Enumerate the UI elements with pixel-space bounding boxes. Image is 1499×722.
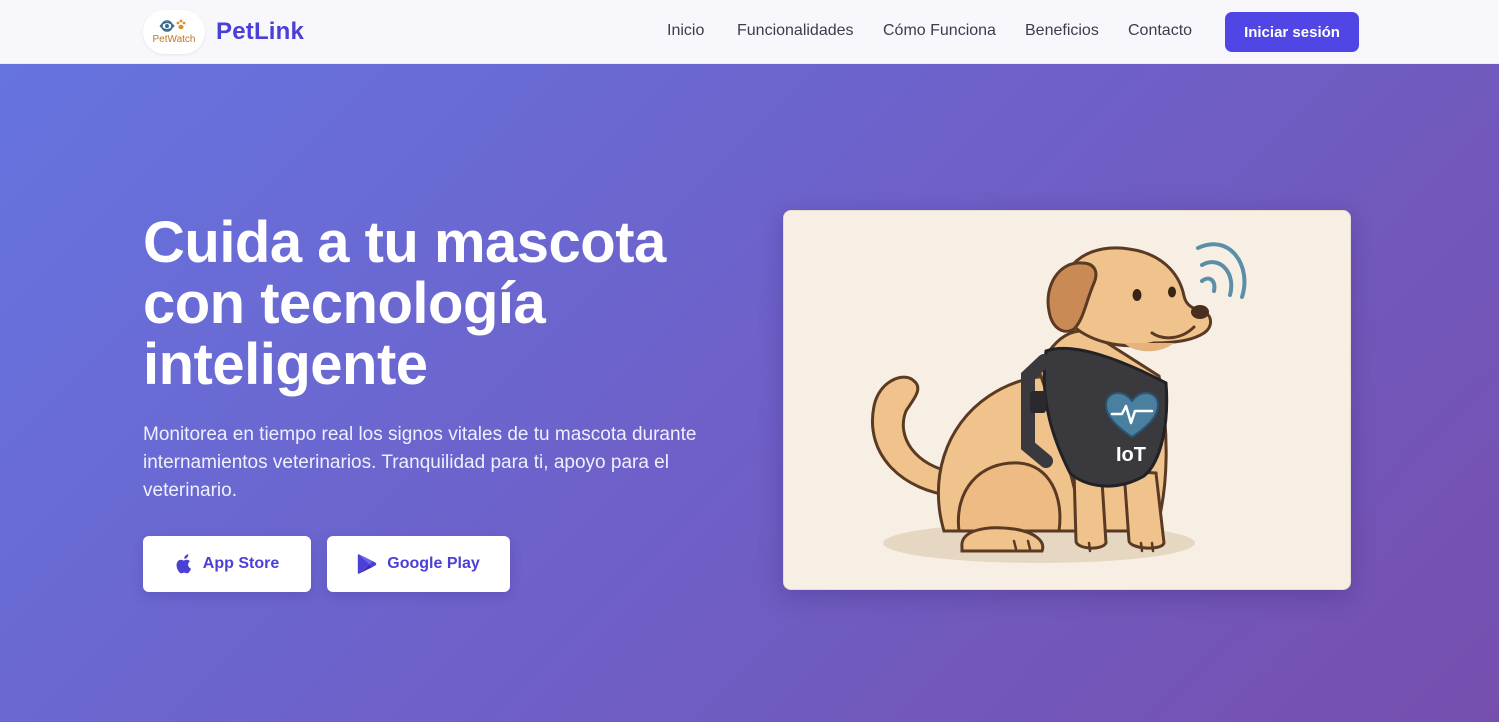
apple-icon	[175, 554, 193, 574]
vest-iot-label: IoT	[1116, 444, 1146, 466]
play-store-icon	[357, 553, 377, 575]
wireless-signal-icon	[1196, 242, 1247, 299]
hero-section: Cuida a tu mascota con tecnología inteli…	[0, 64, 1499, 722]
nav-link-como-funciona[interactable]: Cómo Funciona	[883, 22, 996, 40]
brand-name[interactable]: PetLink	[216, 18, 304, 46]
petwatch-logo[interactable]: PetWatch	[143, 10, 205, 54]
nav-link-inicio[interactable]: Inicio	[667, 22, 704, 40]
login-button[interactable]: Iniciar sesión	[1225, 12, 1359, 52]
hero-title-line-3: inteligente	[143, 332, 428, 397]
google-play-label: Google Play	[387, 555, 480, 572]
dog-iot-illustration: IoT	[783, 210, 1351, 590]
nav-link-contacto[interactable]: Contacto	[1128, 22, 1192, 40]
app-store-button[interactable]: App Store	[143, 536, 311, 592]
app-store-label: App Store	[202, 555, 280, 572]
nav-link-funcionalidades[interactable]: Funcionalidades	[737, 22, 854, 40]
hero-title: Cuida a tu mascota con tecnología inteli…	[143, 212, 743, 395]
svg-text:PetWatch: PetWatch	[153, 34, 196, 45]
hero-title-line-2: con tecnología	[143, 271, 546, 336]
google-play-button[interactable]: Google Play	[327, 536, 510, 592]
hero-title-line-1: Cuida a tu mascota	[143, 210, 666, 275]
hero-subtitle: Monitorea en tiempo real los signos vita…	[143, 424, 697, 501]
navbar: PetWatch PetLink Inicio Funcionalidades …	[0, 0, 1499, 64]
nav-link-beneficios[interactable]: Beneficios	[1025, 22, 1099, 40]
